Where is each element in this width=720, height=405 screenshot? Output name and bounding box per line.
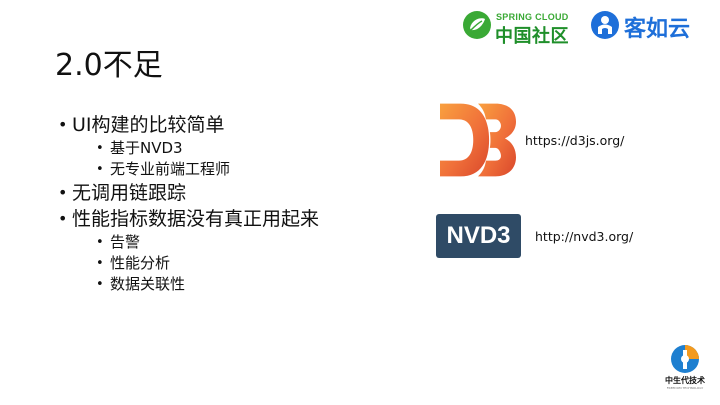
bullet-item: UI构建的比较简单 基于NVD3 无专业前端工程师	[58, 112, 319, 180]
sub-bullet-list: 告警 性能分析 数据关联性	[72, 232, 319, 295]
d3-link[interactable]: https://d3js.org/	[525, 133, 624, 148]
nvd3-logo: NVD3	[436, 214, 521, 258]
brand-mark-icon	[671, 345, 699, 373]
d3-logo-icon	[440, 103, 516, 177]
nvd3-link[interactable]: http://nvd3.org/	[535, 229, 633, 244]
sub-bullet-item: 无专业前端工程师	[72, 159, 319, 180]
brand-tagline: FREEDOM TECHNOLOGY	[666, 386, 704, 390]
bullet-item: 无调用链跟踪	[58, 180, 319, 206]
bullet-text: 无调用链跟踪	[72, 182, 187, 204]
keruyun-mark-icon	[591, 11, 619, 39]
china-community-label: 中国社区	[495, 26, 569, 47]
slide-title: 2.0不足	[55, 48, 163, 83]
nvd3-label: NVD3	[446, 222, 511, 249]
spring-cloud-label: SPRING CLOUD	[496, 12, 569, 22]
slide: SPRING CLOUD 中国社区 客如云 2.0不足 UI构建的比较简单 基于…	[0, 0, 720, 405]
sub-bullet-item: 数据关联性	[72, 274, 319, 295]
spring-leaf-icon	[463, 11, 491, 39]
brand-name: 中生代技术	[665, 376, 705, 385]
keruyun-label: 客如云	[624, 17, 691, 42]
bullet-text: 性能指标数据没有真正用起来	[72, 208, 320, 230]
sub-bullet-item: 基于NVD3	[72, 138, 319, 159]
sub-bullet-item: 告警	[72, 232, 319, 253]
keruyun-logo: 客如云	[590, 8, 710, 44]
sub-bullet-list: 基于NVD3 无专业前端工程师	[72, 138, 319, 180]
bullet-item: 性能指标数据没有真正用起来 告警 性能分析 数据关联性	[58, 206, 319, 295]
bullet-text: UI构建的比较简单	[72, 114, 225, 136]
bullet-list: UI构建的比较简单 基于NVD3 无专业前端工程师 无调用链跟踪 性能指标数据没…	[58, 112, 319, 295]
spring-cloud-china-logo: SPRING CLOUD 中国社区	[462, 6, 582, 47]
brand-logo: 中生代技术 FREEDOM TECHNOLOGY	[652, 344, 718, 400]
sub-bullet-item: 性能分析	[72, 253, 319, 274]
